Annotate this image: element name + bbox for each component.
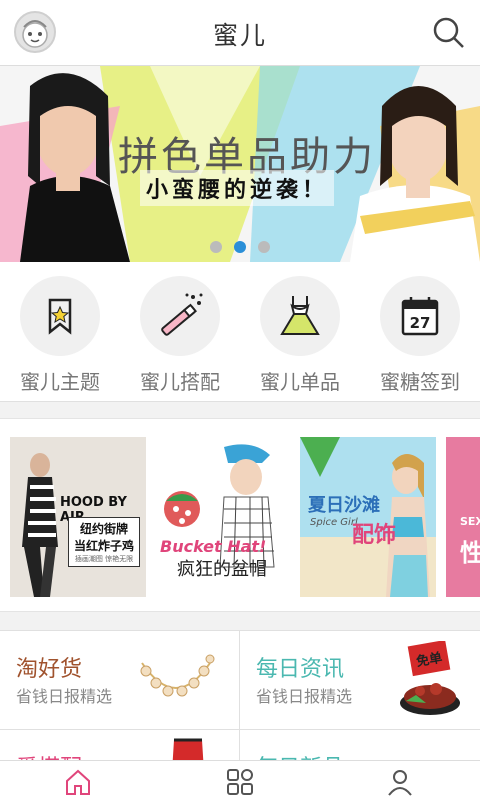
home-icon[interactable] bbox=[58, 767, 98, 797]
calendar-day: 27 bbox=[410, 314, 431, 332]
promo-banner[interactable]: 拼色单品助力 小蛮腰的逆袭！ bbox=[0, 66, 480, 262]
grid-icon[interactable] bbox=[220, 767, 260, 797]
grid-cell-new-arrivals[interactable]: 每日新品 bbox=[240, 730, 478, 760]
card-line: 性 bbox=[460, 533, 480, 568]
banner-pager bbox=[210, 241, 270, 253]
search-icon[interactable] bbox=[430, 14, 468, 52]
banner-subline: 小蛮腰的逆袭！ bbox=[140, 170, 335, 206]
app-root: 蜜儿 拼色单品助力 小蛮腰的逆袭！ 蜜儿主题 蜜儿搭配 蜜儿单品 27 蜜糖签到… bbox=[0, 0, 480, 800]
category-match[interactable]: 蜜儿搭配 bbox=[120, 276, 240, 395]
card-line: 当红炸子鸡 bbox=[73, 539, 134, 553]
calendar-icon: 27 bbox=[380, 276, 460, 356]
pager-dot[interactable] bbox=[210, 241, 222, 253]
dress-icon bbox=[260, 276, 340, 356]
card-line: SEX bbox=[460, 515, 480, 528]
feature-carousel[interactable]: HOOD BY AIR 纽约街牌 当红炸子鸡 插画潮图 惊艳无限 Bucket … bbox=[0, 418, 480, 612]
card-line: 配饰 bbox=[352, 523, 397, 548]
bottom-tab-bar bbox=[0, 760, 480, 800]
card-line: Spice Girl bbox=[310, 517, 358, 528]
category-checkin[interactable]: 27 蜜糖签到 bbox=[360, 276, 480, 395]
card-line: 插画潮图 惊艳无限 bbox=[74, 555, 134, 563]
feature-card[interactable]: SEX 性 bbox=[446, 437, 480, 597]
profile-icon[interactable] bbox=[380, 767, 420, 797]
cell-title: 每日新品 bbox=[256, 750, 344, 760]
feature-card[interactable]: HOOD BY AIR 纽约街牌 当红炸子鸡 插画潮图 惊艳无限 bbox=[10, 437, 146, 597]
magic-wand-icon bbox=[140, 276, 220, 356]
pager-dot[interactable] bbox=[258, 241, 270, 253]
category-nav: 蜜儿主题 蜜儿搭配 蜜儿单品 27 蜜糖签到 bbox=[0, 262, 480, 402]
category-theme[interactable]: 蜜儿主题 bbox=[0, 276, 120, 395]
feature-card[interactable]: Bucket Hat! 疯狂的盆帽 bbox=[154, 437, 290, 597]
cell-title: 淘好货 bbox=[16, 657, 83, 682]
card-tagbox: 纽约街牌 当红炸子鸡 插画潮图 惊艳无限 bbox=[68, 517, 140, 567]
grid-cell-news[interactable]: 每日资讯 省钱日报精选 免单 bbox=[240, 631, 478, 729]
cell-subtitle: 省钱日报精选 bbox=[16, 687, 113, 706]
category-label: 蜜糖签到 bbox=[380, 370, 460, 394]
top-bar: 蜜儿 bbox=[0, 0, 480, 66]
page-title: 蜜儿 bbox=[212, 21, 267, 50]
bookmark-star-icon bbox=[20, 276, 100, 356]
category-item[interactable]: 蜜儿单品 bbox=[240, 276, 360, 395]
top-garment-image bbox=[172, 738, 204, 760]
cell-subtitle: 省钱日报精选 bbox=[256, 687, 353, 706]
bracelet-image bbox=[140, 654, 215, 697]
card-line: Bucket Hat! bbox=[160, 537, 267, 556]
grid-cell-outfits[interactable]: 爱搭配 bbox=[0, 730, 238, 760]
card-line: 纽约街牌 bbox=[79, 522, 128, 536]
cell-title: 每日资讯 bbox=[256, 657, 345, 682]
feature-card[interactable]: 夏日沙滩 Spice Girl 配饰 bbox=[300, 437, 436, 597]
pager-dot-active[interactable] bbox=[234, 241, 246, 253]
channel-grid: 淘好货 省钱日报精选 每日资讯 省钱日报精选 免单 bbox=[0, 630, 480, 760]
category-label: 蜜儿主题 bbox=[20, 370, 100, 394]
category-label: 蜜儿搭配 bbox=[140, 370, 220, 394]
free-order-badge: 免单 bbox=[396, 639, 466, 721]
card-caption: 疯狂的盆帽 bbox=[177, 559, 267, 580]
category-label: 蜜儿单品 bbox=[260, 370, 340, 394]
cell-title: 爱搭配 bbox=[16, 750, 82, 760]
card-line: 夏日沙滩 bbox=[308, 495, 380, 516]
grid-cell-taohaohuo[interactable]: 淘好货 省钱日报精选 bbox=[0, 631, 238, 729]
